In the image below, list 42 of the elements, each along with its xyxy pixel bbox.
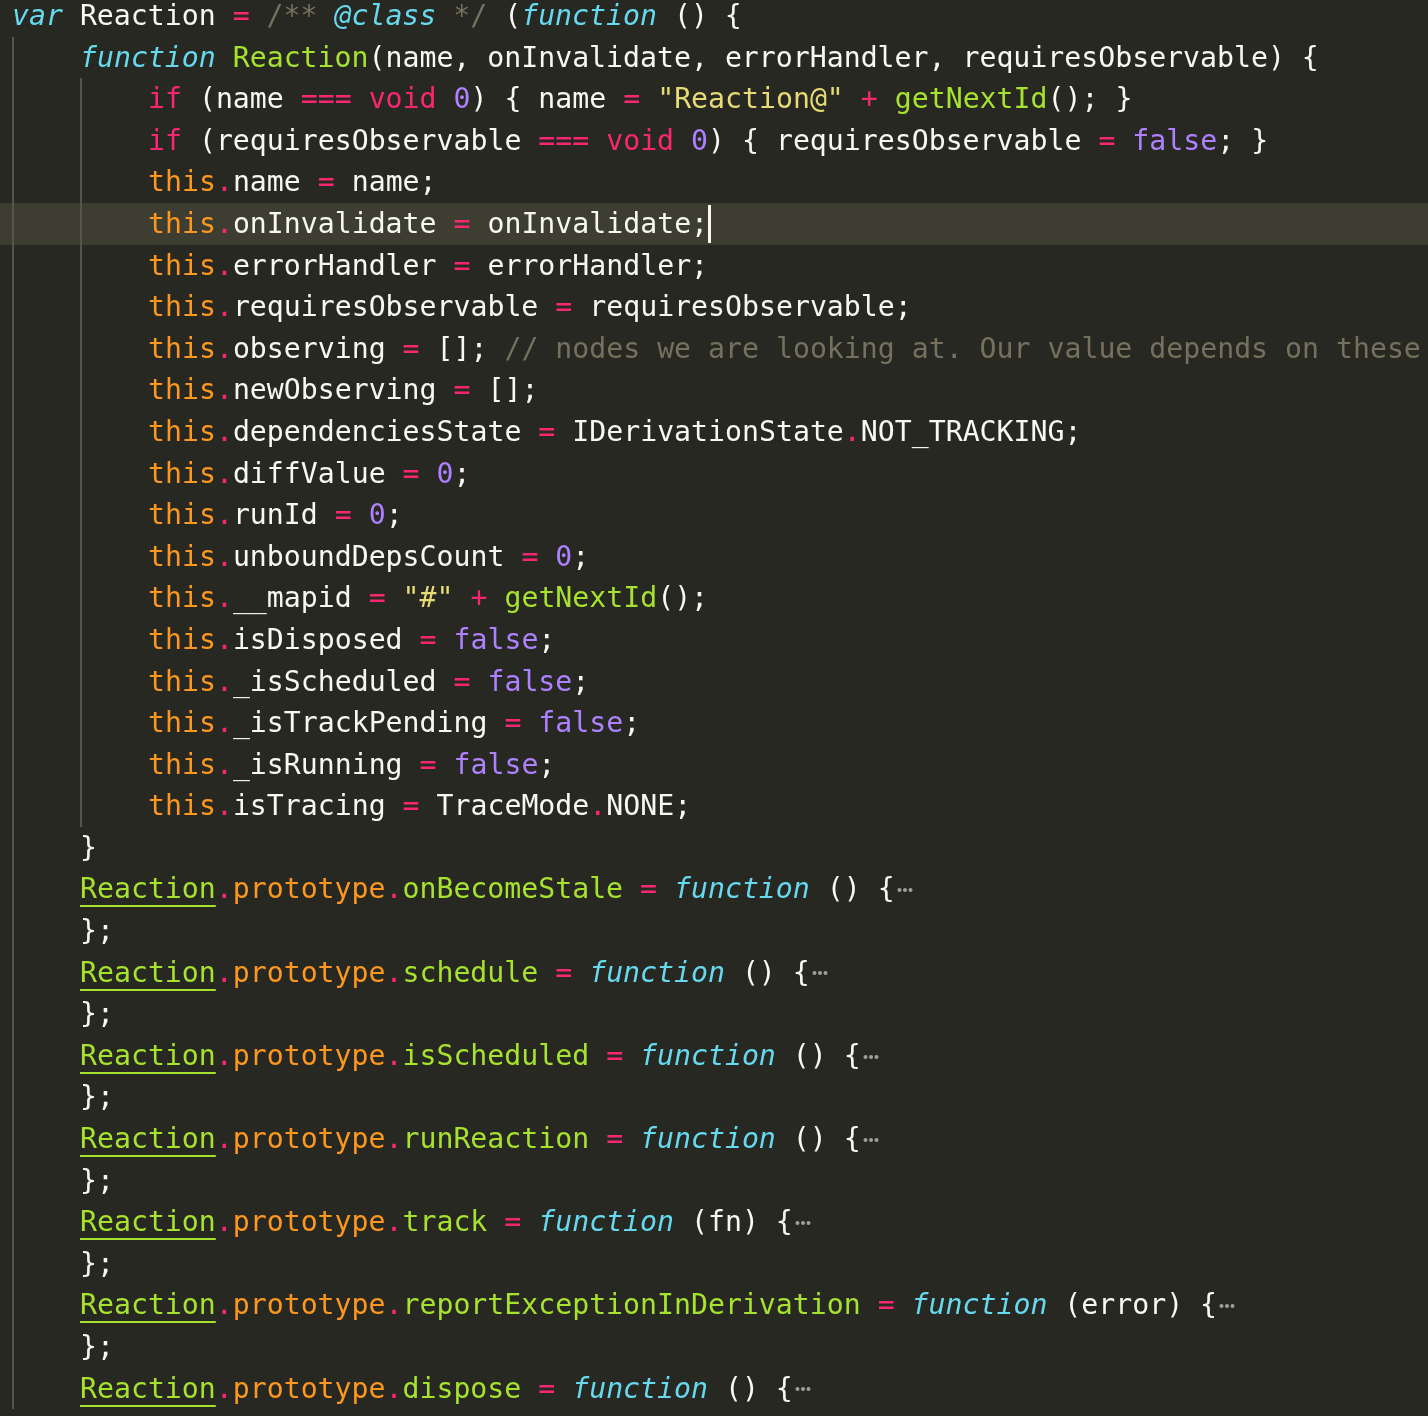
code-line: Reaction.prototype.schedule = function () { [80,954,810,991]
code-line: }; [80,996,114,1033]
code-line: if (name === void 0) { name = "Reaction@" + getNextId(); } [148,81,1133,118]
code-line: if (requiresObservable === void 0) { requiresObservable = false; } [148,122,1269,159]
code-line: this._isRunning = false; [148,746,556,783]
code-line: }; [80,1329,114,1365]
code-line: }; [80,1162,114,1199]
code-line: }; [80,1079,114,1116]
code-line: Reaction.prototype.dispose = function () { [80,1370,793,1407]
code-line: this.requiresObservable = requiresObservable; [148,289,912,326]
code-line: this.isTracing = TraceMode.NONE; [148,788,692,825]
code-line: function Reaction(name, onInvalidate, errorHandler, requiresObservable) { [80,39,1319,76]
ellipsis-icon[interactable] [794,1219,811,1227]
code-line: this.newObserving = []; [148,372,539,409]
code-line: }; [80,1245,114,1282]
code-line: Reaction.prototype.track = function (fn) { [80,1204,793,1241]
code-line: Reaction.prototype.runReaction = function () { [80,1121,861,1158]
code-line: this.diffValue = 0; [148,455,471,492]
code-line: this.name = name; [148,164,437,201]
code-line: }; [80,913,114,950]
text-cursor [708,204,712,243]
code-line: this.observing = []; // nodes we are looking at. Our value depends on these [148,330,1421,367]
ellipsis-icon[interactable] [811,969,828,978]
code-line: this.onInvalidate = onInvalidate; [148,205,709,242]
ellipsis-icon[interactable] [896,886,913,895]
code-line: this.unboundDepsCount = 0; [148,538,590,575]
code-line: this.runId = 0; [148,497,403,534]
code-line: Reaction.prototype.reportExceptionInDerivation = function (error) { [80,1287,1218,1324]
code-line: this.isDisposed = false; [148,621,556,658]
ellipsis-icon[interactable] [862,1135,879,1144]
code-line: Reaction.prototype.onBecomeStale = function () { [80,871,895,908]
code-line: this.dependenciesState = IDerivationState.NOT_TRACKING; [148,413,1082,450]
code-line: this.errorHandler = errorHandler; [148,247,709,284]
code-line: this.__mapid = "#" + getNextId(); [148,580,709,617]
code-line: Reaction.prototype.isScheduled = function () { [80,1037,861,1074]
code-line: this._isTrackPending = false; [148,705,641,742]
code-line: this._isScheduled = false; [148,663,590,700]
code-line: var Reaction = /** @class */ (function () { [12,0,742,34]
ellipsis-icon[interactable] [862,1052,879,1061]
code-line: } [80,829,97,866]
ellipsis-icon[interactable] [1219,1302,1236,1311]
ellipsis-icon[interactable] [794,1385,811,1394]
